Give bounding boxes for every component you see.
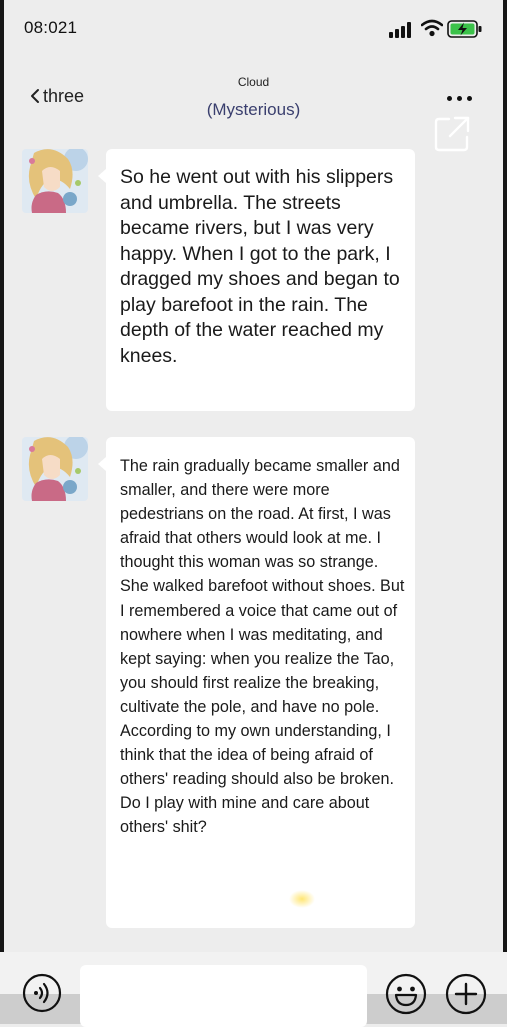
more-icon[interactable] [443,92,477,106]
message-text: The rain gradually became smaller and sm… [120,457,405,837]
message-input[interactable] [80,965,367,1027]
status-bar: 08:021 [0,0,507,56]
message-text: So he went out with his slippers and umb… [120,166,400,367]
voice-icon[interactable] [22,973,62,1013]
share-icon[interactable] [433,115,471,153]
plus-icon[interactable] [445,973,487,1015]
signal-icon [389,22,417,38]
avatar[interactable] [22,149,88,213]
message-bubble[interactable]: The rain gradually became smaller and sm… [98,437,415,928]
chat-title[interactable]: (Mysterious) [0,100,507,120]
status-time: 08:021 [24,18,78,37]
emoji-icon[interactable] [385,973,427,1015]
chat-subtitle: Cloud [237,75,270,89]
device-frame-left [0,0,4,1024]
nav-bar: three Cloud (Mysterious) [0,60,507,140]
highlight-spot [289,890,315,908]
wifi-icon [421,19,443,37]
device-frame-right [503,0,507,1024]
battery-charging-icon [447,20,482,38]
message-bubble[interactable]: So he went out with his slippers and umb… [98,149,415,411]
avatar[interactable] [22,437,88,501]
